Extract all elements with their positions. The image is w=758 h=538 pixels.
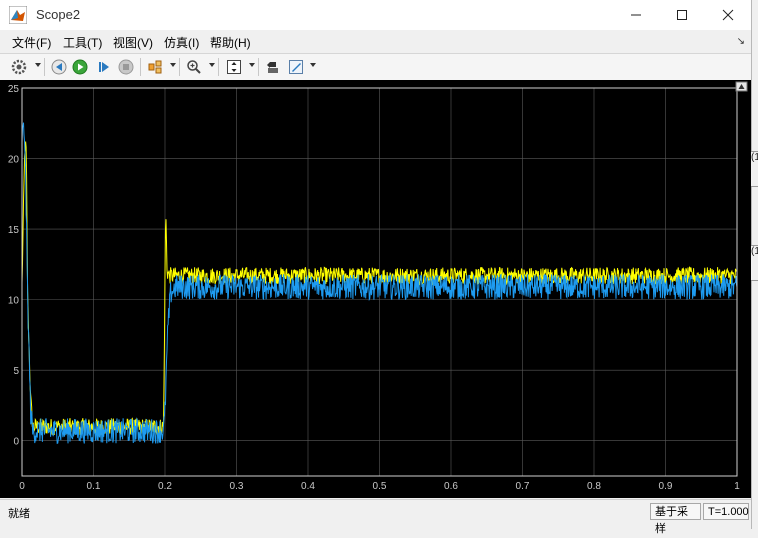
side-marker: (1: [751, 151, 758, 187]
restore-layout-icon: [267, 62, 278, 73]
restore-layout-button[interactable]: [264, 58, 282, 76]
x-tick-label: 0.6: [444, 481, 458, 492]
autoscale-button[interactable]: [225, 58, 243, 76]
y-tick-label: 25: [8, 84, 20, 95]
step-back-button[interactable]: [50, 58, 68, 76]
rewind-icon: [51, 59, 67, 75]
minimize-button[interactable]: [613, 0, 659, 30]
stop-icon: [118, 59, 134, 75]
side-marker: (1: [751, 245, 758, 281]
close-button[interactable]: [705, 0, 751, 30]
x-tick-label: 0.8: [587, 481, 601, 492]
highlight-block-button[interactable]: [146, 58, 164, 76]
sample-mode-label: 基于采样: [650, 503, 701, 535]
stop-button[interactable]: [117, 58, 135, 76]
expand-axes-button[interactable]: [735, 81, 748, 92]
menu-tools[interactable]: 工具(T): [63, 34, 102, 51]
close-icon: [722, 9, 734, 21]
toolbar-separator: [258, 58, 259, 76]
title-bar[interactable]: Scope2: [0, 0, 751, 30]
run-button[interactable]: [71, 58, 89, 76]
y-tick-label: 5: [13, 366, 19, 377]
scope-display[interactable]: 0 0.1 0.2 0.3 0.4 0.5 0.6 0.7 0.8 0.9 1 0 5 10 15 20 25: [0, 80, 751, 498]
maximize-button[interactable]: [659, 0, 705, 30]
scope-window: Scope2 文件(F) 工具(T) 视图(V) 仿真(I) 帮助(H) ↘ 0…: [0, 0, 752, 535]
menu-view[interactable]: 视图(V): [113, 34, 153, 51]
settings-dropdown-icon[interactable]: [35, 63, 41, 67]
toolbar-separator: [179, 58, 180, 76]
maximize-icon: [677, 10, 687, 20]
y-tick-label: 10: [8, 296, 20, 307]
y-tick-label: 20: [8, 155, 20, 166]
scope-plot-area[interactable]: 0 0.1 0.2 0.3 0.4 0.5 0.6 0.7 0.8 0.9 1 0 5 10 15 20 25: [0, 80, 751, 498]
highlight-icon: [148, 60, 162, 74]
settings-button[interactable]: [10, 58, 28, 76]
zoom-dropdown-icon[interactable]: [209, 63, 215, 67]
toolbar-separator: [218, 58, 219, 76]
matlab-logo-icon: [9, 6, 27, 24]
x-tick-label: 0.5: [373, 481, 387, 492]
sim-time-label: T=1.000: [703, 503, 749, 520]
run-icon: [72, 59, 88, 75]
autoscale-dropdown-icon[interactable]: [249, 63, 255, 67]
y-tick-label: 0: [13, 437, 19, 448]
menu-simulation[interactable]: 仿真(I): [164, 34, 199, 51]
x-tick-label: 0.9: [659, 481, 673, 492]
properties-icon: [289, 60, 303, 74]
zoom-in-icon: [187, 60, 201, 74]
zoom-button[interactable]: [185, 58, 203, 76]
minimize-icon: [631, 14, 641, 16]
dock-arrow-icon[interactable]: ↘: [737, 36, 745, 47]
x-tick-label: 1: [734, 481, 740, 492]
style-properties-button[interactable]: [287, 58, 305, 76]
status-bar: 就绪 基于采样 T=1.000: [0, 499, 751, 535]
autoscale-icon: [227, 60, 241, 74]
status-text: 就绪: [8, 508, 30, 520]
step-forward-button[interactable]: [95, 58, 113, 76]
menu-help[interactable]: 帮助(H): [210, 34, 251, 51]
step-forward-icon: [99, 62, 109, 72]
y-tick-label: 15: [8, 225, 20, 236]
x-tick-labels: 0 0.1 0.2 0.3 0.4 0.5 0.6 0.7 0.8 0.9 1: [19, 481, 740, 492]
x-tick-label: 0.7: [516, 481, 530, 492]
gear-icon: [11, 59, 27, 75]
x-tick-label: 0.3: [230, 481, 244, 492]
window-title: Scope2: [36, 7, 81, 22]
y-tick-labels: 0 5 10 15 20 25: [8, 84, 20, 448]
properties-dropdown-icon[interactable]: [310, 63, 316, 67]
x-tick-label: 0.1: [87, 481, 101, 492]
toolbar: [0, 53, 751, 81]
highlight-dropdown-icon[interactable]: [170, 63, 176, 67]
x-tick-label: 0: [19, 481, 25, 492]
menu-bar: 文件(F) 工具(T) 视图(V) 仿真(I) 帮助(H) ↘: [0, 30, 751, 52]
menu-file[interactable]: 文件(F): [12, 34, 51, 51]
toolbar-separator: [44, 58, 45, 76]
x-tick-label: 0.2: [158, 481, 172, 492]
x-tick-label: 0.4: [301, 481, 315, 492]
toolbar-separator: [140, 58, 141, 76]
